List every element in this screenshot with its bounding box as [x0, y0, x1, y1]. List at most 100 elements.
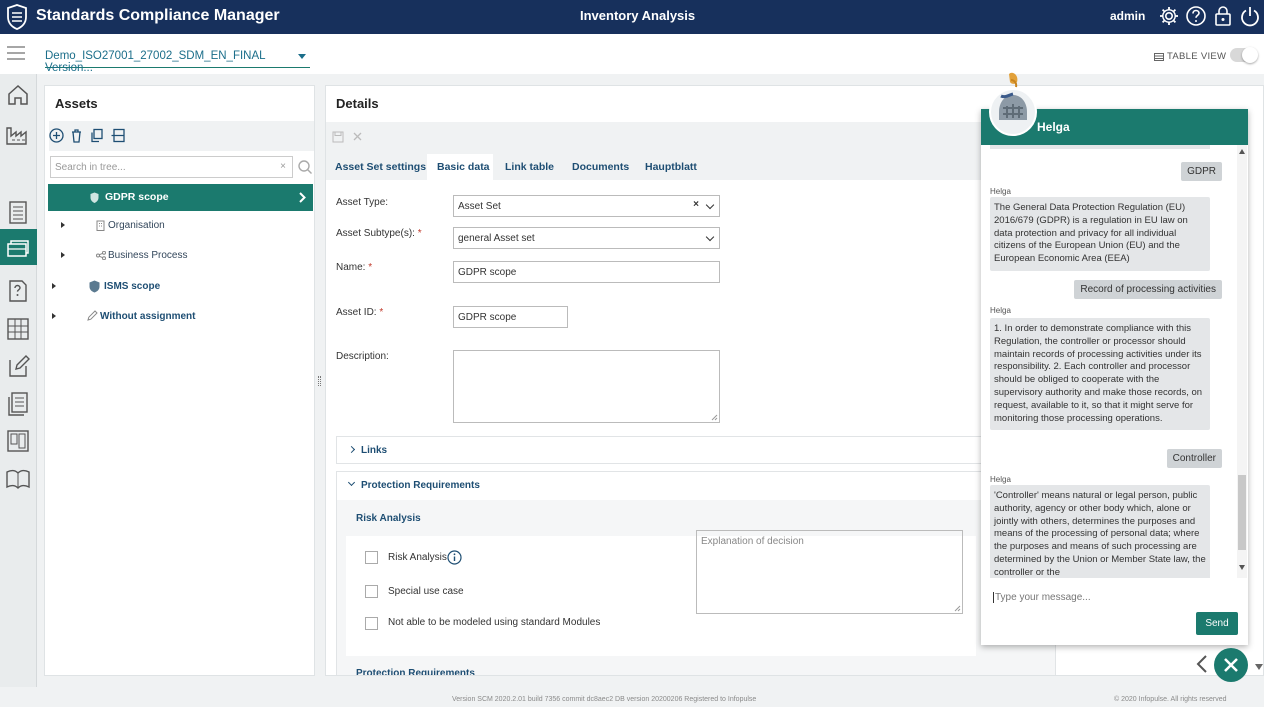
details-toolbar [326, 122, 1056, 154]
home-icon[interactable] [4, 81, 32, 109]
chevron-right-icon [347, 445, 356, 454]
panel-splitter[interactable] [318, 376, 321, 386]
asset-id-value: GDPR scope [458, 312, 517, 323]
chat-message-input[interactable]: Type your message... [989, 585, 1239, 611]
asset-type-select[interactable]: Asset Set × [453, 195, 720, 217]
tab-basic-data[interactable]: Basic data [437, 161, 490, 173]
resize-handle-icon[interactable] [954, 605, 961, 612]
tab-link-table[interactable]: Link table [505, 161, 554, 173]
scroll-down-icon[interactable] [1255, 664, 1263, 670]
shield-logo-icon [7, 4, 27, 30]
question-list-icon[interactable] [4, 277, 32, 305]
risk-analysis-body: Risk Analysis Special use case Not able … [346, 530, 976, 656]
copy-icon[interactable] [89, 128, 104, 143]
info-icon[interactable] [447, 550, 462, 565]
chat-close-button[interactable] [1214, 648, 1248, 682]
not-modeled-checkbox[interactable] [365, 617, 378, 630]
asset-id-label: Asset ID: * [336, 307, 384, 318]
tree-item-without-assignment[interactable]: Without assignment [45, 304, 310, 330]
assets-title: Assets [55, 96, 98, 111]
left-nav [0, 74, 37, 687]
expand-icon[interactable] [52, 313, 56, 319]
tree-item-business-process[interactable]: Business Process [45, 243, 310, 269]
special-use-case-checkbox[interactable] [365, 585, 378, 598]
tab-hauptblatt[interactable]: Hauptblatt [645, 161, 697, 173]
tab-asset-set-settings[interactable]: Asset Set settings [335, 161, 426, 173]
user-message: Record of processing activities [1074, 280, 1222, 299]
message-sender: Helga [990, 306, 1011, 315]
power-icon[interactable] [1239, 5, 1261, 27]
menu-icon[interactable] [6, 44, 26, 62]
expand-icon[interactable] [61, 252, 65, 258]
chevron-down-icon [705, 200, 715, 210]
scroll-down-icon[interactable] [1239, 565, 1245, 570]
search-icon[interactable] [297, 159, 313, 175]
version-select[interactable]: Demo_ISO27001_27002_SDM_EN_FINAL Version… [45, 50, 310, 74]
risk-analysis-checkbox[interactable] [365, 551, 378, 564]
asset-id-input[interactable]: GDPR scope [453, 306, 568, 328]
close-icon[interactable] [353, 132, 362, 141]
help-icon[interactable] [1185, 5, 1207, 27]
grid-icon[interactable] [4, 315, 32, 343]
description-textarea[interactable] [453, 350, 720, 423]
chat-scrollbar[interactable] [1237, 145, 1247, 578]
user-name[interactable]: admin [1110, 9, 1145, 23]
asset-subtype-select[interactable]: general Asset set [453, 227, 720, 249]
tree-item-label: GDPR scope [105, 191, 169, 203]
chat-messages: GDPR Helga The General Data Protection R… [981, 145, 1236, 578]
name-label: Name: * [336, 262, 373, 273]
expand-icon[interactable] [52, 283, 56, 289]
page-title: Inventory Analysis [580, 8, 696, 23]
close-icon [1224, 658, 1238, 672]
asset-search-input[interactable]: Search in tree... × [50, 156, 293, 178]
board-icon[interactable] [4, 427, 32, 455]
risk-analysis-label: Risk Analysis [388, 552, 447, 563]
settings-icon[interactable] [1158, 5, 1180, 27]
links-title: Links [361, 445, 388, 456]
tree-item-organisation[interactable]: Organisation [45, 213, 310, 239]
expand-icon[interactable] [61, 222, 65, 228]
delete-icon[interactable] [69, 128, 84, 143]
asset-type-value: Asset Set [458, 201, 501, 212]
tree-item-gdpr-scope[interactable]: GDPR scope [48, 184, 313, 211]
chat-input-placeholder: Type your message... [993, 592, 1091, 603]
clear-icon[interactable]: × [693, 199, 699, 210]
tree-item-label: Organisation [108, 220, 165, 231]
chevron-right-icon[interactable] [299, 192, 306, 203]
book-icon[interactable] [4, 465, 32, 493]
checklist-icon[interactable] [4, 199, 32, 227]
scroll-up-icon[interactable] [1239, 149, 1245, 154]
table-view-toggle[interactable] [1230, 47, 1258, 63]
chevron-down-icon [705, 232, 715, 242]
assets-toolbar [49, 121, 314, 151]
save-icon[interactable] [332, 131, 344, 143]
resize-handle-icon[interactable] [711, 414, 718, 421]
factory-icon[interactable] [4, 120, 32, 148]
asset-subtype-value: general Asset set [458, 233, 535, 244]
chevron-down-icon [347, 478, 356, 487]
chevron-left-icon[interactable] [1196, 655, 1208, 673]
assets-icon[interactable] [4, 233, 32, 261]
documents-icon[interactable] [4, 390, 32, 418]
tree-item-isms-scope[interactable]: ISMS scope [45, 274, 310, 300]
name-input[interactable]: GDPR scope [453, 261, 720, 283]
assets-panel: Assets Search in tree... × GDPR scope Or… [44, 85, 315, 676]
sub-bar: Demo_ISO27001_27002_SDM_EN_FINAL Version… [0, 34, 1264, 74]
explanation-textarea[interactable]: Explanation of decision [696, 530, 963, 614]
structure-icon[interactable] [111, 128, 126, 143]
tab-documents[interactable]: Documents [572, 161, 629, 173]
clear-icon[interactable]: × [280, 161, 286, 172]
process-icon [96, 251, 106, 260]
edit-doc-icon[interactable] [4, 352, 32, 380]
asset-type-label: Asset Type: [336, 197, 389, 208]
add-icon[interactable] [49, 128, 64, 143]
helga-chat-window: Helga GDPR Helga The General Data Protec… [981, 109, 1248, 645]
chat-scroll-thumb[interactable] [1238, 475, 1246, 550]
protection-requirements-header[interactable]: Protection Requirements [337, 472, 1057, 500]
lock-icon[interactable] [1212, 5, 1234, 27]
send-button[interactable]: Send [1196, 612, 1238, 635]
bot-message: 'Controller' means natural or legal pers… [990, 485, 1210, 578]
links-section-header[interactable]: Links [336, 436, 1056, 464]
asset-search-placeholder: Search in tree... [55, 162, 126, 173]
message-sender: Helga [990, 187, 1011, 196]
